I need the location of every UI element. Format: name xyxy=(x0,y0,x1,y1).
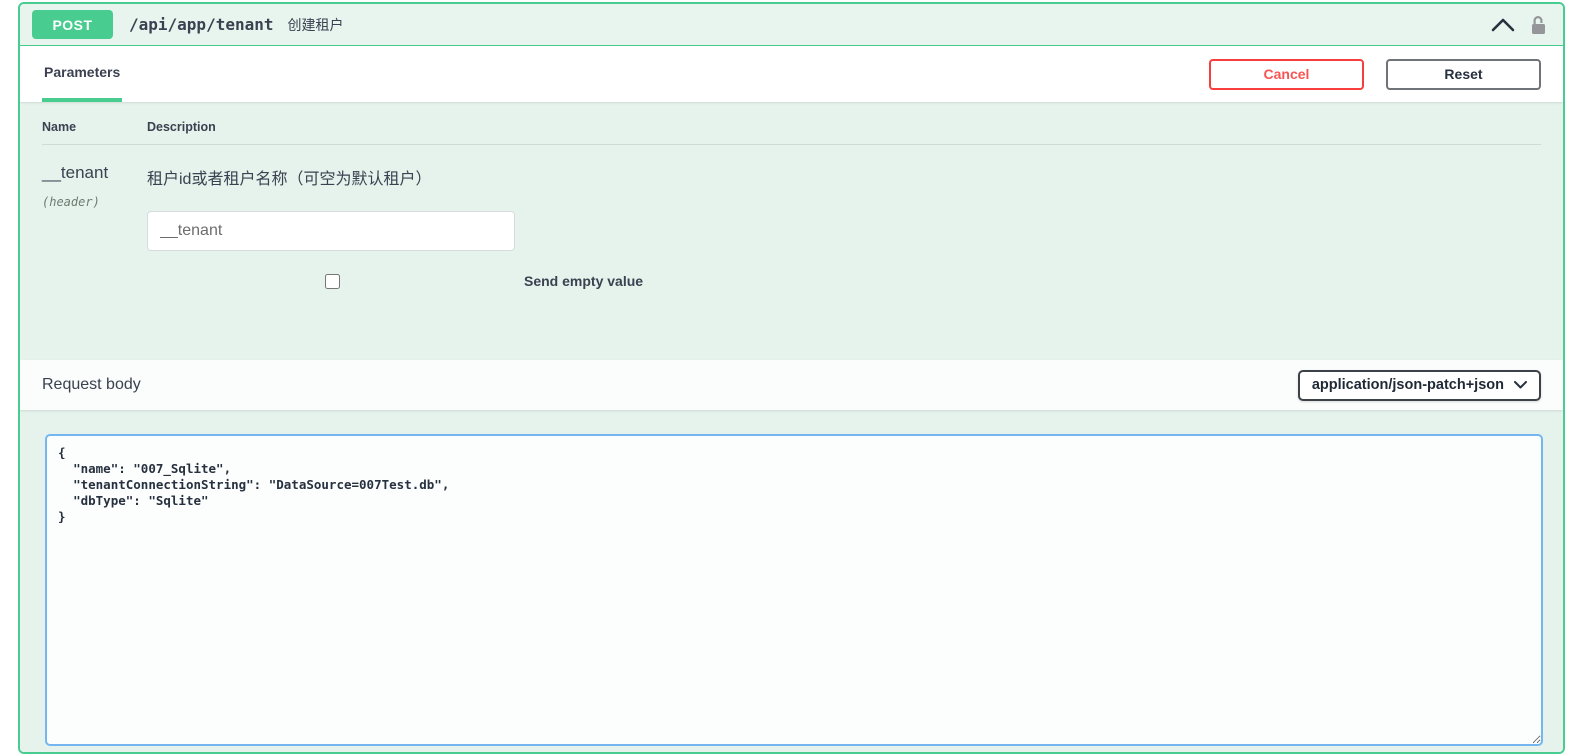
tab-parameters-label: Parameters xyxy=(44,64,120,80)
parameter-location: (header) xyxy=(42,195,147,209)
parameter-name: __tenant xyxy=(42,163,147,183)
send-empty-row: Send empty value xyxy=(147,273,1541,289)
collapse-button[interactable] xyxy=(1491,18,1515,32)
authorize-button[interactable] xyxy=(1530,15,1547,35)
operation-tab-header: Parameters Cancel Reset xyxy=(20,46,1563,102)
send-empty-label: Send empty value xyxy=(524,273,643,289)
request-body-section: { "name": "007_Sqlite", "tenantConnectio… xyxy=(20,410,1563,754)
operation-block-post-tenant: POST /api/app/tenant 创建租户 xyxy=(18,2,1565,754)
endpoint-path: /api/app/tenant xyxy=(129,15,274,34)
chevron-up-icon xyxy=(1491,18,1515,32)
parameter-value-input[interactable] xyxy=(147,211,515,251)
request-body-header: Request body application/json-patch+json xyxy=(20,360,1563,410)
operation-summary-bar[interactable]: POST /api/app/tenant 创建租户 xyxy=(20,4,1563,46)
column-header-description: Description xyxy=(147,120,216,134)
parameter-row-tenant: __tenant (header) 租户id或者租户名称（可空为默认租户） Se… xyxy=(42,155,1541,289)
request-body-title: Request body xyxy=(42,376,141,394)
endpoint-summary: 创建租户 xyxy=(288,15,344,35)
http-method-badge: POST xyxy=(32,10,113,39)
parameters-column-headers: Name Description xyxy=(42,120,1541,134)
send-empty-checkbox[interactable] xyxy=(325,274,340,289)
tab-parameters[interactable]: Parameters xyxy=(42,46,122,102)
content-type-selected-value: application/json-patch+json xyxy=(1312,377,1504,393)
parameters-section: Name Description __tenant (header) 租户id或… xyxy=(20,102,1563,360)
column-header-divider xyxy=(42,144,1541,145)
chevron-down-icon xyxy=(1514,381,1527,389)
request-body-editor[interactable]: { "name": "007_Sqlite", "tenantConnectio… xyxy=(45,434,1543,746)
parameter-description: 租户id或者租户名称（可空为默认租户） xyxy=(147,165,1541,189)
unlock-icon xyxy=(1530,15,1547,35)
cancel-button[interactable]: Cancel xyxy=(1209,59,1364,90)
reset-button[interactable]: Reset xyxy=(1386,59,1541,90)
content-type-dropdown[interactable]: application/json-patch+json xyxy=(1298,370,1541,401)
column-header-name: Name xyxy=(42,120,147,134)
